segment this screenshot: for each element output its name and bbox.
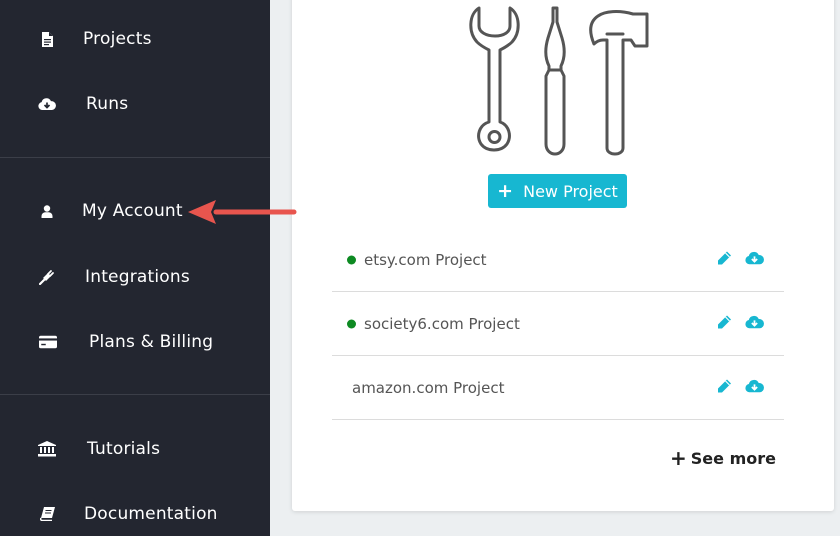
cloud-download-icon[interactable] [745, 250, 764, 269]
new-project-label: New Project [523, 181, 618, 201]
sidebar-item-plans-billing[interactable]: Plans & Billing [0, 317, 270, 367]
list-item[interactable]: society6.com Project [332, 292, 784, 356]
plug-icon [38, 268, 56, 286]
annotation-arrow-icon [188, 200, 297, 224]
sidebar-item-runs[interactable]: Runs [0, 79, 270, 129]
sidebar-divider [0, 394, 270, 395]
list-item[interactable]: amazon.com Project [332, 356, 784, 420]
list-item[interactable]: etsy.com Project [332, 228, 784, 292]
sidebar-item-label: Documentation [84, 504, 218, 524]
plus-icon: + [670, 446, 687, 470]
sidebar-item-label: My Account [82, 201, 183, 221]
cloud-download-icon[interactable] [745, 314, 764, 333]
edit-pencil-icon[interactable] [717, 250, 732, 269]
sidebar-item-integrations[interactable]: Integrations [0, 252, 270, 302]
project-name: etsy.com Project [364, 250, 487, 269]
status-dot-icon [347, 255, 356, 264]
sidebar-item-tutorials[interactable]: Tutorials [0, 424, 270, 474]
project-name: society6.com Project [364, 314, 520, 333]
see-more-label: See more [690, 448, 776, 468]
new-project-button[interactable]: + New Project [488, 174, 627, 208]
sidebar-item-label: Integrations [85, 267, 190, 287]
plus-icon: + [497, 179, 514, 202]
credit-card-icon [39, 333, 57, 351]
sidebar-item-documentation[interactable]: Documentation [0, 489, 270, 536]
project-name: amazon.com Project [352, 378, 505, 397]
book-icon [38, 505, 56, 523]
sidebar-item-label: Runs [86, 94, 129, 114]
status-dot-icon [347, 319, 356, 328]
sidebar-item-label: Projects [83, 29, 152, 49]
sidebar: Projects Runs My Account Integrations Pl… [0, 0, 270, 536]
cloud-download-icon [38, 95, 56, 113]
cloud-download-icon[interactable] [745, 378, 764, 397]
edit-pencil-icon[interactable] [717, 378, 732, 397]
document-icon [38, 30, 56, 48]
sidebar-divider [0, 157, 270, 158]
tools-icon [469, 6, 649, 156]
sidebar-item-label: Plans & Billing [89, 332, 214, 352]
sidebar-item-label: Tutorials [87, 439, 161, 459]
user-icon [38, 202, 56, 220]
institution-icon [38, 440, 56, 458]
sidebar-item-projects[interactable]: Projects [0, 14, 270, 64]
edit-pencil-icon[interactable] [717, 314, 732, 333]
see-more-link[interactable]: + See more [670, 448, 776, 468]
